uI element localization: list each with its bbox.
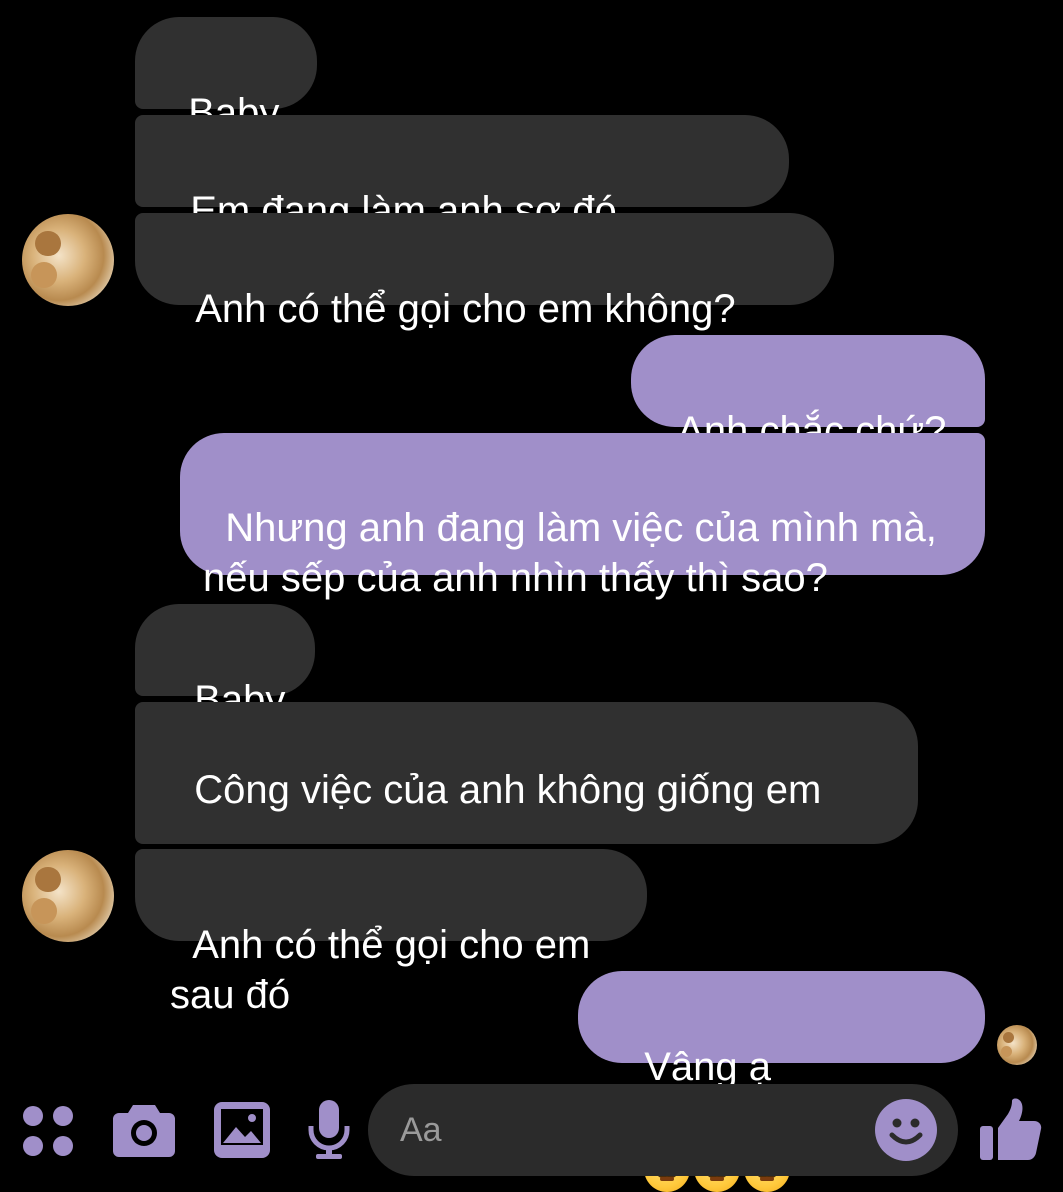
message-bubble-sent[interactable]: Anh chắc chứ? [631, 335, 985, 453]
message-bubble-sent[interactable]: Vâng ạ [578, 971, 985, 1192]
message-bubble-received[interactable]: Baby [135, 604, 315, 722]
emoji-icon[interactable] [874, 1098, 938, 1162]
microphone-icon[interactable] [308, 1100, 350, 1160]
message-bubble-received[interactable]: Anh có thể gọi cho em không? [135, 213, 834, 331]
gallery-icon[interactable] [214, 1102, 270, 1158]
thumbs-up-icon[interactable] [980, 1098, 1042, 1162]
contact-avatar[interactable] [22, 214, 114, 306]
message-text: Anh có thể gọi cho em sau đó [170, 923, 602, 1017]
message-bubble-received[interactable]: Baby [135, 17, 317, 135]
message-text: Anh có thể gọi cho em không? [195, 287, 736, 331]
camera-icon[interactable] [113, 1103, 175, 1157]
message-bubble-sent[interactable]: Nhưng anh đang làm việc của mình mà, nếu… [180, 433, 985, 600]
message-text: Công việc của anh không giống em [194, 768, 822, 812]
message-text: Vâng ạ [644, 1045, 772, 1089]
contact-avatar[interactable] [22, 850, 114, 942]
message-bubble-received[interactable]: Anh có thể gọi cho em sau đó [135, 849, 647, 1017]
message-text: Nhưng anh đang làm việc của mình mà, nếu… [203, 506, 937, 600]
message-input-placeholder: Aa [400, 1111, 442, 1149]
seen-avatar [997, 1025, 1037, 1065]
message-input[interactable]: Aa [368, 1084, 958, 1176]
message-bubble-received[interactable]: Em đang làm anh sợ đó... [135, 115, 789, 233]
message-bubble-received[interactable]: Công việc của anh không giống em [135, 702, 918, 916]
more-apps-icon[interactable] [22, 1105, 74, 1157]
